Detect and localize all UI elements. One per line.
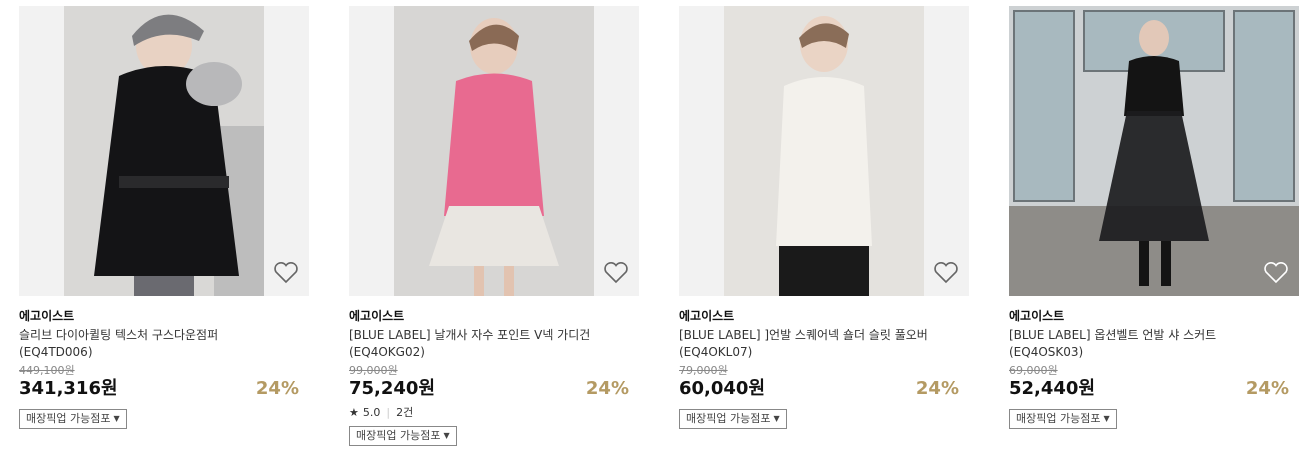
sale-price: 341,316원 — [19, 378, 118, 399]
store-pickup-button[interactable]: 매장픽업 가능점포 ▼ — [349, 426, 457, 446]
product-image[interactable] — [349, 6, 639, 296]
brand-name: 에고이스트 — [349, 309, 405, 323]
rating-row: ★ 5.0 | 2건 — [349, 406, 639, 420]
discount-rate: 24% — [585, 378, 629, 399]
product-image[interactable] — [19, 6, 309, 296]
product-grid: 에고이스트 슬리브 다이아퀼팅 텍스처 구스다운점퍼 (EQ4TD006) 44… — [0, 0, 1311, 463]
sale-price: 52,440원 — [1009, 378, 1096, 399]
divider: | — [386, 406, 391, 419]
product-name[interactable]: 슬리브 다이아퀼팅 텍스처 구스다운점퍼 — [19, 327, 309, 344]
product-image[interactable] — [1009, 6, 1299, 296]
product-name[interactable]: [BLUE LABEL] 날개사 자수 포인트 V넥 가디건 — [349, 327, 639, 344]
review-count[interactable]: 2건 — [396, 406, 413, 420]
sale-price: 75,240원 — [349, 378, 436, 399]
product-photo — [724, 6, 924, 296]
brand-name: 에고이스트 — [1009, 309, 1065, 323]
wishlist-heart-icon[interactable] — [603, 261, 629, 285]
wishlist-heart-icon[interactable] — [933, 261, 959, 285]
caret-down-icon: ▼ — [773, 414, 780, 423]
discount-rate: 24% — [255, 378, 299, 399]
price-row: 75,240원 24% — [349, 378, 639, 400]
store-pickup-button[interactable]: 매장픽업 가능점포 ▼ — [1009, 409, 1117, 429]
product-code: (EQ4OKG02) — [349, 345, 425, 359]
price-row: 60,040원 24% — [679, 378, 969, 400]
caret-down-icon: ▼ — [113, 414, 120, 423]
original-price: 69,000원 — [1009, 364, 1058, 377]
product-photo — [394, 6, 594, 296]
product-image[interactable] — [679, 6, 969, 296]
pickup-label: 매장픽업 가능점포 — [1016, 412, 1101, 425]
product-card[interactable]: 에고이스트 슬리브 다이아퀼팅 텍스처 구스다운점퍼 (EQ4TD006) 44… — [19, 6, 309, 429]
brand-name: 에고이스트 — [19, 309, 75, 323]
wishlist-heart-icon[interactable] — [273, 261, 299, 285]
product-card[interactable]: 에고이스트 [BLUE LABEL] 옵션벨트 언발 샤 스커트 (EQ4OSK… — [1009, 6, 1299, 429]
original-price: 449,100원 — [19, 364, 75, 377]
product-photo — [64, 6, 264, 296]
original-price: 99,000원 — [349, 364, 398, 377]
product-name[interactable]: [BLUE LABEL] 옵션벨트 언발 샤 스커트 — [1009, 327, 1299, 344]
rating-score: 5.0 — [362, 406, 381, 419]
product-code: (EQ4TD006) — [19, 345, 93, 359]
brand-name: 에고이스트 — [679, 309, 735, 323]
store-pickup-button[interactable]: 매장픽업 가능점포 ▼ — [19, 409, 127, 429]
caret-down-icon: ▼ — [1103, 414, 1110, 423]
original-price: 79,000원 — [679, 364, 728, 377]
product-code: (EQ4OKL07) — [679, 345, 753, 359]
price-row: 52,440원 24% — [1009, 378, 1299, 400]
price-row: 341,316원 24% — [19, 378, 309, 400]
pickup-label: 매장픽업 가능점포 — [686, 412, 771, 425]
product-code: (EQ4OSK03) — [1009, 345, 1084, 359]
store-pickup-button[interactable]: 매장픽업 가능점포 ▼ — [679, 409, 787, 429]
discount-rate: 24% — [1245, 378, 1289, 399]
wishlist-heart-icon[interactable] — [1263, 261, 1289, 285]
product-photo — [1009, 6, 1299, 296]
sale-price: 60,040원 — [679, 378, 766, 399]
caret-down-icon: ▼ — [443, 431, 450, 440]
discount-rate: 24% — [915, 378, 959, 399]
star-icon: ★ — [349, 406, 359, 419]
product-card[interactable]: 에고이스트 [BLUE LABEL] ]언발 스퀘어넥 숄더 슬릿 풀오버 (E… — [679, 6, 969, 429]
product-name[interactable]: [BLUE LABEL] ]언발 스퀘어넥 숄더 슬릿 풀오버 — [679, 327, 969, 344]
product-card[interactable]: 에고이스트 [BLUE LABEL] 날개사 자수 포인트 V넥 가디건 (EQ… — [349, 6, 639, 446]
pickup-label: 매장픽업 가능점포 — [26, 412, 111, 425]
pickup-label: 매장픽업 가능점포 — [356, 429, 441, 442]
